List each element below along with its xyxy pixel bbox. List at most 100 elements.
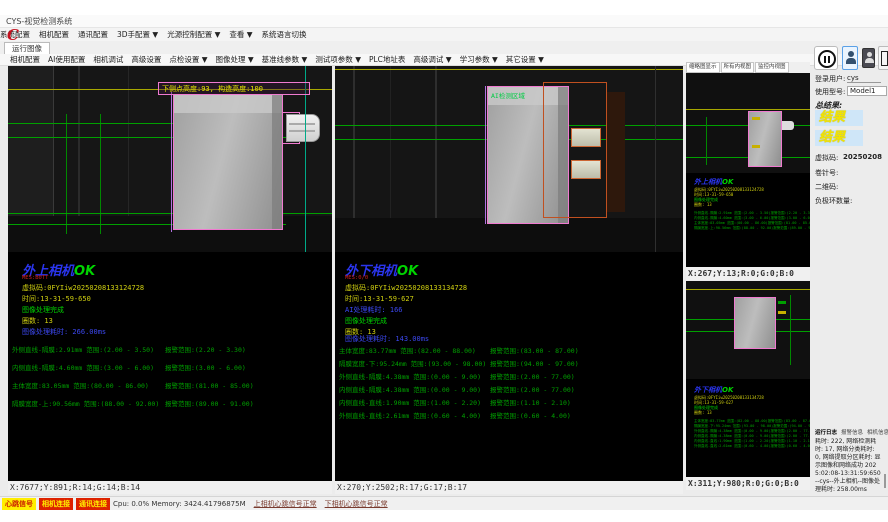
tiny-overlay-mark (778, 301, 786, 304)
result-badge-top: 结果 (815, 110, 863, 126)
detected-feature (571, 160, 601, 179)
exit-button[interactable] (878, 46, 888, 70)
alarm-range-text: 报警范围:(2.00 - 77.00) (490, 371, 575, 381)
pause-icon (818, 50, 836, 68)
bottom-camera-heartbeat-status: 下相机心跳信号正常 (325, 499, 388, 509)
login-user-value[interactable]: cys (847, 74, 881, 83)
camera-name: 外上相机 (694, 178, 722, 186)
tool-image-processing[interactable]: 图像处理 ▼ (216, 54, 254, 65)
left-camera-image: 下侧点高度:93, 构造高度:100 (8, 66, 332, 252)
tool-spot-check[interactable]: 点检设置 ▼ (169, 54, 207, 65)
measure-line (8, 123, 174, 124)
connector-part (782, 121, 794, 130)
alarm-range-text: 报警范围:(81.00 - 85.00) (165, 380, 254, 390)
elapsed-line: 图像处理耗时: 266.00ms (22, 327, 106, 337)
menu-view[interactable]: 查看 ▼ (229, 29, 252, 40)
log-tab-camera[interactable]: 相机信息 (867, 428, 888, 436)
tool-advanced-debug[interactable]: 高级调试 ▼ (413, 54, 451, 65)
virtual-code-line: 虚拟码:0FYIiw20250208133124728 (22, 283, 144, 293)
menu-light-config[interactable]: 光源控制配置 ▼ (167, 29, 220, 40)
window-titlebar: CYS-视觉检测系统 (0, 15, 888, 28)
tiny-overlay-mark (778, 311, 786, 314)
cell-shadow (272, 95, 282, 229)
measure-line-vertical (100, 114, 101, 234)
menu-3d-config[interactable]: 3D手配置 ▼ (117, 29, 158, 40)
machine-edge (655, 66, 656, 252)
menu-comm-config[interactable]: 通讯配置 (78, 29, 108, 40)
reference-line-yellow (686, 289, 810, 290)
mini-view-tabs: 缩略图显示 所有内视图 监控内视图 (686, 62, 810, 73)
pause-button[interactable] (814, 46, 838, 70)
window-title: CYS-视觉检测系统 (6, 17, 72, 26)
pin-number-label: 卷针号: (815, 168, 838, 178)
menu-language-switch[interactable]: 系统语言切换 (262, 29, 307, 40)
measurement-text: 隔膜宽度-上:90.56mm 范围:(88.00 - 92.00) (12, 398, 159, 408)
admin-button[interactable] (862, 48, 875, 68)
cell-region (734, 297, 776, 349)
measure-line-vertical (706, 117, 707, 165)
alarm-range-text: 报警范围:(2.20 - 3.30) (165, 344, 246, 354)
mini-bottom-pixel-coords: X:311;Y:980;R:0;G:0;B:0 (686, 477, 810, 490)
tool-test-params[interactable]: 测试项参数 ▼ (315, 54, 361, 65)
measure-line-vertical (790, 295, 791, 365)
ai-region-overlay-label: AI检测区域 (491, 90, 525, 100)
operator-button[interactable] (842, 46, 858, 70)
mini-tab-thumbnail[interactable]: 缩略图显示 (686, 62, 720, 73)
mini-tab-monitor-views[interactable]: 监控内视图 (755, 62, 789, 73)
mini-bottom-camera-panel: 外下相机OK 虚拟码:0FYIiw20250208133134728 时间:13… (686, 281, 810, 477)
mini-top-pixel-coords: X:267;Y:13;R:0;G:0;B:0 (686, 267, 810, 280)
left-camera-panel: 下侧点高度:93, 构造高度:100 外上相机OK MES:B0TT 虚拟码:0… (8, 66, 332, 481)
roi-edge-purple (485, 86, 486, 224)
camera-name: 外下相机 (694, 386, 722, 394)
virtual-code-label: 虚拟码: (815, 153, 838, 163)
person-icon (848, 51, 854, 57)
camera-status-ok: OK (397, 264, 418, 279)
measure-line (8, 213, 332, 214)
tool-advanced-settings[interactable]: 高级设置 (131, 54, 161, 65)
app-window: CYS-视觉检测系统 C 系统配置 相机配置 通讯配置 3D手配置 ▼ 光源控制… (0, 0, 888, 522)
right-camera-image: AI检测区域 (335, 66, 683, 252)
process-done-line: 图像处理完成 (345, 316, 387, 326)
log-tab-alarm[interactable]: 报警信息 (841, 428, 863, 436)
menu-camera-config[interactable]: 相机配置 (39, 29, 69, 40)
measurement-text: 隔膜宽度-下:95.24mm 范围:(93.00 - 98.00) (339, 358, 486, 368)
virtual-code-value: 20250208 (843, 153, 882, 161)
measurement-text: 外侧直线-隔膜:2.91mm 范围:(2.00 - 3.50) (12, 344, 154, 354)
tool-ai-usage-config[interactable]: AI使用配置 (48, 54, 85, 65)
round-count-line: 圈数: 13 (22, 316, 53, 326)
tool-baseline-params[interactable]: 基准线参数 ▼ (262, 54, 308, 65)
mini-tab-all-views[interactable]: 所有内视图 (721, 62, 755, 73)
status-bar: 心跳信号 相机连接 通讯连接 Cpu: 0.0% Memory: 3424.41… (0, 496, 888, 510)
measurement-text: 内侧直线-隔膜:4.38mm 范围:(0.00 - 9.00) (339, 384, 481, 394)
mini-top-text: 外上相机OK 虚拟码:0FYIiw20250208133124728 时间:13… (694, 177, 806, 231)
log-scrollbar[interactable] (884, 474, 886, 488)
measurement-text: 外侧直线-隔膜:4.38mm 范围:(0.00 - 9.00) (339, 371, 481, 381)
tab-strip: 运行图像 (0, 41, 888, 55)
camera-status-ok: OK (722, 386, 733, 394)
alarm-range-text: 报警范围:(83.00 - 87.00) (490, 345, 579, 355)
time-line: 时间:13-31-59-650 (22, 294, 91, 304)
log-tab-run[interactable]: 运行日志 (815, 428, 837, 436)
cell-highlight (174, 95, 282, 113)
qr-code-label: 二维码: (815, 182, 838, 192)
tool-learning-params[interactable]: 学习参数 ▼ (460, 54, 498, 65)
cell-region (173, 94, 283, 230)
right-pixel-coords: X:270;Y:2502;R:17;G:17;B:17 (335, 481, 683, 494)
model-select[interactable]: Model1 (847, 86, 887, 96)
tool-other-settings[interactable]: 其它设置 ▼ (506, 54, 544, 65)
mini-bottom-text: 外下相机OK 虚拟码:0FYIiw20250208133134728 时间:13… (694, 385, 806, 449)
tool-plc-address[interactable]: PLC地址表 (369, 54, 405, 65)
result-badge-bottom: 结果 (815, 130, 863, 146)
detected-feature (571, 128, 601, 147)
tool-camera-config[interactable]: 相机配置 (10, 54, 40, 65)
tool-camera-debug[interactable]: 相机调试 (93, 54, 123, 65)
reference-line-yellow (686, 109, 810, 110)
measurement-row: 外侧直线-直线:2.61mm 范围:(0.60 - 4.00)报警范围:(0.6… (694, 444, 806, 449)
connector-groove (289, 123, 315, 125)
mini-camera-title: 外上相机OK (694, 177, 806, 187)
right-camera-panel: AI检测区域 外下相机OK MES:0/0 虚拟码:0FYIiw20250208… (335, 66, 683, 481)
measurement-row: 隔膜宽度-上:90.56mm 范围:(88.00 - 92.00)报警范围:(8… (694, 226, 806, 231)
comm-link-status-badge: 通讯连接 (76, 498, 110, 510)
log-tab-strip: 运行日志 报警信息 相机信息 (815, 428, 888, 436)
measurement-text: 主体宽度:83.05mm 范围:(80.00 - 86.00) (12, 380, 149, 390)
